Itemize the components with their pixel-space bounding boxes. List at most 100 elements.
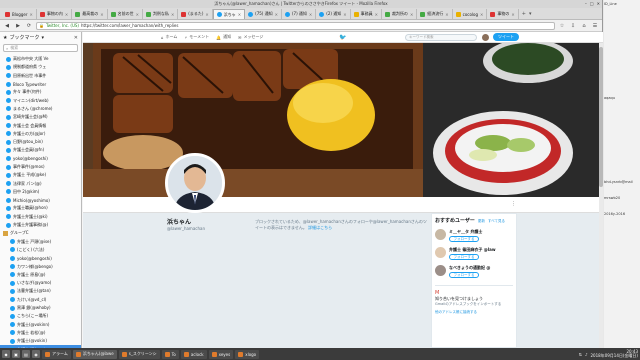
close-icon[interactable]: ✕ — [74, 35, 78, 41]
volume-icon[interactable]: ♪ — [585, 352, 588, 357]
taskbar-task[interactable]: xlogo — [235, 349, 260, 359]
desktop-label[interactable]: bhd-ysnrb@mail — [604, 180, 640, 184]
bookmark-item[interactable]: 弁護士(@vokin) — [0, 337, 81, 345]
bookmark-item[interactable]: マイニン(dirt/web) — [0, 96, 81, 104]
bookmark-item[interactable]: 法曹弁護士(@tan) — [0, 287, 81, 295]
recommended-user-name[interactable]: ミ＿ヤ＿タ 弁護士 — [449, 229, 513, 235]
taskbar-task[interactable]: xeyes — [208, 349, 234, 359]
follow-button[interactable]: フォローする — [449, 254, 479, 260]
bookmark-item[interactable]: Michio(@yoshimo) — [0, 196, 81, 204]
sidebar-title[interactable]: ブックマーク — [9, 34, 39, 41]
browser-tab[interactable]: 浜ちゃ ✕ — [212, 9, 246, 19]
bookmark-item[interactable]: 宮崎弁護士会(@M) — [0, 113, 81, 121]
browser-tab[interactable]: (まるた) ✕ — [178, 9, 213, 19]
files-icon[interactable]: ▤ — [22, 350, 30, 358]
gmail-import-link[interactable]: Gmailのアドレスブックをインポートする — [435, 302, 513, 307]
follow-button[interactable]: フォローする — [449, 272, 479, 278]
close-tab-icon[interactable]: ✕ — [343, 12, 346, 17]
twitter-search-input[interactable]: キーワード検索 — [405, 34, 477, 41]
bookmark-item[interactable]: 田原新出世 市事件 — [0, 72, 81, 80]
browser-tab[interactable]: (75) 通知 ✕ — [245, 9, 282, 19]
scrollbar-thumb[interactable] — [599, 47, 603, 187]
browser-tab[interactable]: 裁判所の ✕ — [382, 9, 418, 19]
bookmark-item[interactable]: たけい(@vd_cl) — [0, 296, 81, 304]
sidebar-header[interactable]: ★ ブックマーク ▾ ✕ — [0, 32, 81, 43]
clock[interactable]: 20:43 2018年09月14日(金曜日) — [591, 349, 638, 359]
bookmark-item[interactable]: 弁護士 戸頭(@ise) — [0, 238, 81, 246]
menu-icon[interactable]: ☰ — [591, 22, 599, 30]
avatar[interactable] — [435, 247, 446, 258]
taskbar-task[interactable]: s_スクリーンシ — [118, 349, 160, 359]
nav-moments[interactable]: ⚡ モーメント — [184, 34, 209, 40]
window-titlebar[interactable]: 浜ちゃん(@lawer_hamachan)さん | Twitterからのささやき… — [0, 0, 602, 8]
maximize-button[interactable]: □ — [590, 1, 594, 6]
bookmark-item[interactable]: yoko(@bengoshi) — [0, 155, 81, 163]
desktop-label[interactable]: 2016y-2016 — [604, 212, 640, 216]
close-tab-icon[interactable]: ✕ — [511, 12, 514, 17]
close-tab-icon[interactable]: ✕ — [375, 12, 378, 17]
close-tab-icon[interactable]: ✕ — [480, 12, 483, 17]
bookmark-item[interactable]: 弁護士職員(@hon) — [0, 204, 81, 212]
bookmark-item[interactable]: 弁護士弁護士(@ki) — [0, 213, 81, 221]
nav-messages[interactable]: ✉ メッセージ — [238, 34, 263, 40]
url-text[interactable]: https://twitter.com/lawer_hamachan/with_… — [81, 23, 178, 28]
bookmark-item[interactable]: Bloco Typewriter — [0, 80, 81, 88]
refresh-link[interactable]: 更新 — [478, 219, 485, 224]
close-tab-icon[interactable]: ✕ — [445, 12, 448, 17]
bookmark-item[interactable]: 弁護士会員(@fn) — [0, 146, 81, 154]
browser-tab[interactable]: 判例な私 ✕ — [143, 9, 179, 19]
bookmark-item[interactable]: まるさん (@chrome) — [0, 105, 81, 113]
bookmark-item[interactable]: いさなぎ(@yamo) — [0, 279, 81, 287]
close-window-button[interactable]: ✕ — [597, 1, 600, 6]
browser-tab[interactable]: (7) 通知 ✕ — [282, 9, 317, 19]
close-tab-icon[interactable]: ✕ — [275, 12, 278, 17]
bookmark-item[interactable]: 事件事件(@mos) — [0, 163, 81, 171]
recommended-user-name[interactable]: 弁護士 篠田麻衣子 @law — [449, 247, 513, 253]
browser-tab[interactable]: (2) 通知 ✕ — [316, 9, 351, 19]
profile-avatar[interactable] — [165, 153, 225, 213]
forward-arrow-icon[interactable]: ▶ — [14, 22, 22, 30]
browser-tab[interactable]: 最高裁の ✕ — [72, 9, 108, 19]
close-tab-icon[interactable]: ✕ — [171, 12, 174, 17]
new-tab-icon[interactable]: + — [522, 11, 526, 17]
bookmark-item[interactable]: yoko(@bengoshi) — [0, 254, 81, 262]
bookmark-item[interactable]: 弁護士 原島(@) — [0, 271, 81, 279]
url-bar[interactable]: 🔒 Twitter, Inc. (US) https://twitter.com… — [36, 21, 555, 30]
page-scrollbar[interactable] — [599, 43, 603, 348]
bookmark-search-input[interactable]: ⌕ 検索 — [3, 44, 78, 52]
browser-tab[interactable]: 名前の世 ✕ — [108, 9, 143, 19]
close-tab-icon[interactable]: ✕ — [30, 12, 33, 17]
taskbar-task[interactable]: 浜ちゃん(@lawe — [72, 349, 117, 359]
avatar[interactable] — [435, 265, 446, 276]
back-arrow-icon[interactable]: ◀ — [3, 22, 11, 30]
reload-icon[interactable]: ⟳ — [25, 22, 33, 30]
browser-tab[interactable]: Blogger ✕ — [2, 9, 37, 19]
home-icon[interactable]: ⌂ — [580, 22, 588, 30]
close-tab-icon[interactable]: ✕ — [136, 12, 139, 17]
bookmark-item[interactable]: 弁々 事件(何件) — [0, 88, 81, 96]
bookmark-item[interactable]: カワン様(@bengo) — [0, 262, 81, 270]
bookmark-item[interactable]: 法律家 パン(@) — [0, 179, 81, 187]
avatar[interactable] — [435, 229, 446, 240]
bookmark-folder[interactable]: グループC — [0, 229, 81, 237]
browser-icon[interactable]: ◉ — [32, 350, 40, 358]
taskbar-task[interactable]: To — [161, 349, 179, 359]
desktop-label[interactable]: ID_Line — [604, 2, 640, 6]
account-avatar[interactable] — [482, 34, 489, 41]
nav-notifications[interactable]: 🔔 通知 — [216, 34, 231, 40]
terminal-icon[interactable]: ▣ — [12, 350, 20, 358]
follow-button[interactable]: フォローする — [449, 236, 479, 242]
profile-header-image[interactable] — [83, 43, 603, 197]
close-tab-icon[interactable]: ✕ — [100, 12, 103, 17]
bookmark-star-icon[interactable]: ☆ — [558, 22, 566, 30]
close-tab-icon[interactable]: ✕ — [205, 12, 208, 17]
desktop-label[interactable]: aqaqu — [604, 96, 640, 100]
bookmark-item[interactable]: 弁護士の方(@Jor) — [0, 130, 81, 138]
close-tab-icon[interactable]: ✕ — [65, 12, 68, 17]
blocked-learn-more-link[interactable]: 詳細はこちら — [308, 225, 332, 230]
tweet-button[interactable]: ツイート — [493, 33, 519, 41]
bookmark-item[interactable]: 規制都道府県 ウェ — [0, 63, 81, 71]
browser-tab[interactable]: 事務員 ✕ — [351, 9, 382, 19]
bookmark-item[interactable]: 高松市中央 大阪 Ve — [0, 55, 81, 63]
browser-tab[interactable]: cocolog ✕ — [453, 9, 488, 19]
